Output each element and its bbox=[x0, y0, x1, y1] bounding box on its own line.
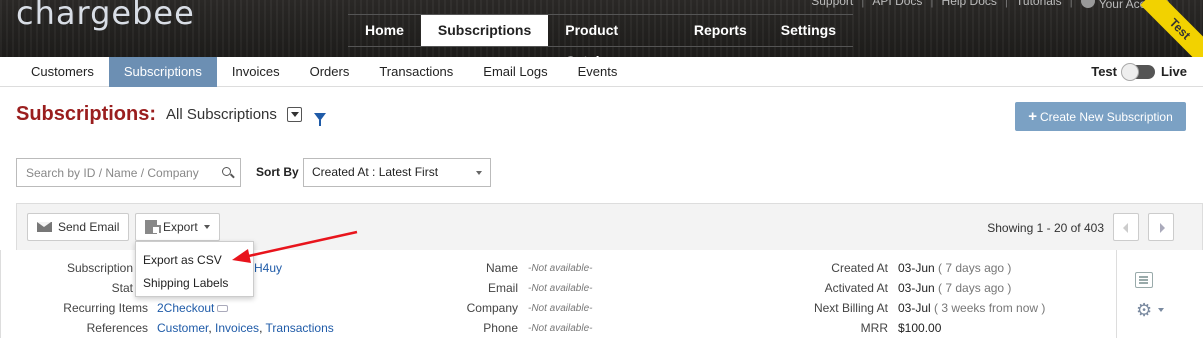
transactions-link[interactable]: Transactions bbox=[266, 321, 334, 335]
view-selector-label[interactable]: All Subscriptions bbox=[166, 106, 277, 123]
api-docs-link[interactable]: API Docs bbox=[872, 0, 922, 11]
activated-at-label: Activated At bbox=[824, 281, 888, 295]
tutorials-link[interactable]: Tutorials bbox=[1016, 0, 1062, 11]
email-label: Email bbox=[487, 281, 518, 295]
phone-label: Phone bbox=[483, 321, 518, 335]
help-docs-link[interactable]: Help Docs bbox=[942, 0, 997, 11]
mrr-value: $100.00 bbox=[898, 321, 942, 335]
page-title: Subscriptions: bbox=[16, 103, 157, 125]
company-label: Company bbox=[466, 301, 518, 315]
search-box bbox=[16, 158, 241, 187]
test-live-switch[interactable] bbox=[1120, 62, 1155, 81]
top-links: Support | API Docs | Help Docs | Tutorials |… bbox=[811, 0, 1169, 11]
next-billing-label: Next Billing At bbox=[813, 301, 888, 315]
top-header: chargebee Support | API Docs | Help Docs | … bbox=[0, 0, 1203, 57]
sort-select[interactable]: Created At : Latest First bbox=[303, 158, 491, 187]
chevron-down-icon[interactable] bbox=[1158, 308, 1164, 312]
created-at-value: 03-Jun ( 7 days ago ) bbox=[898, 261, 1012, 275]
tab-transactions[interactable]: Transactions bbox=[364, 57, 468, 87]
recurring-items-label: Recurring Items bbox=[63, 301, 148, 315]
view-dropdown-icon[interactable] bbox=[286, 107, 302, 122]
main-nav-settings[interactable]: Settings bbox=[764, 15, 853, 46]
invoices-link[interactable]: Invoices bbox=[215, 321, 259, 335]
email-value: -Not available- bbox=[528, 283, 593, 294]
mrr-label: MRR bbox=[860, 321, 888, 335]
name-value: -Not available- bbox=[528, 263, 593, 274]
next-page-button[interactable] bbox=[1148, 213, 1174, 241]
support-link[interactable]: Support bbox=[811, 0, 853, 11]
details-list-icon[interactable] bbox=[1135, 272, 1153, 288]
main-nav-reports[interactable]: Reports bbox=[677, 15, 764, 46]
main-nav-home[interactable]: Home bbox=[348, 15, 421, 46]
mail-icon bbox=[37, 222, 52, 232]
shipping-labels-item[interactable]: Shipping Labels bbox=[136, 272, 253, 295]
search-icon[interactable] bbox=[222, 167, 231, 176]
prev-page-button[interactable] bbox=[1113, 213, 1139, 241]
activated-at-value: 03-Jun ( 7 days ago ) bbox=[898, 281, 1012, 295]
page-heading: Subscriptions: All Subscriptions bbox=[16, 103, 326, 126]
avatar-icon bbox=[1080, 0, 1095, 8]
created-at-label: Created At bbox=[831, 261, 888, 275]
test-mode-ribbon: Test bbox=[1140, 0, 1203, 57]
chargebee-logo[interactable]: chargebee bbox=[16, 0, 195, 32]
company-value: -Not available- bbox=[528, 303, 593, 314]
mode-toggle: Test Live bbox=[1091, 62, 1187, 81]
name-label: Name bbox=[485, 261, 518, 275]
tab-customers[interactable]: Customers bbox=[16, 57, 109, 87]
tab-orders[interactable]: Orders bbox=[295, 57, 365, 87]
main-nav-subscriptions[interactable]: Subscriptions bbox=[420, 15, 549, 46]
search-input[interactable] bbox=[17, 159, 212, 186]
live-label: Live bbox=[1160, 64, 1187, 79]
next-billing-value: 03-Jul ( 3 weeks from now ) bbox=[898, 301, 1046, 315]
recurring-items-link[interactable]: 2Checkout bbox=[157, 301, 229, 315]
send-email-button[interactable]: Send Email bbox=[27, 213, 130, 241]
gear-icon[interactable]: ⚙ bbox=[1136, 300, 1152, 321]
tab-invoices[interactable]: Invoices bbox=[217, 57, 295, 87]
subscription-id-label: Subscription bbox=[66, 261, 133, 275]
references-links: Customer, Invoices, Transactions bbox=[157, 321, 334, 335]
subscription-id-link[interactable]: H4uy bbox=[254, 261, 282, 275]
customer-link[interactable]: Customer bbox=[157, 321, 208, 335]
export-icon bbox=[145, 220, 161, 234]
main-nav: Home Subscriptions Product Catalog Repor… bbox=[348, 14, 853, 57]
export-menu: Export as CSV Shipping Labels bbox=[135, 241, 254, 297]
actions-divider bbox=[1116, 250, 1117, 338]
chevron-down-icon bbox=[203, 225, 210, 229]
sort-label: Sort By bbox=[256, 165, 299, 179]
pagination-status: Showing 1 - 20 of 403 bbox=[987, 221, 1104, 235]
more-icon[interactable] bbox=[217, 305, 229, 313]
references-label: References bbox=[86, 321, 148, 335]
tab-events[interactable]: Events bbox=[563, 57, 633, 87]
filter-icon[interactable] bbox=[313, 112, 326, 126]
phone-value: -Not available- bbox=[528, 323, 593, 334]
tab-subscriptions[interactable]: Subscriptions bbox=[108, 57, 217, 87]
tab-email-logs[interactable]: Email Logs bbox=[468, 57, 562, 87]
status-label: Stat bbox=[111, 281, 133, 295]
export-button[interactable]: Export bbox=[135, 213, 220, 241]
export-csv-item[interactable]: Export as CSV bbox=[136, 249, 253, 272]
create-subscription-button[interactable]: + Create New Subscription bbox=[1015, 102, 1186, 131]
sub-nav: Customers Subscriptions Invoices Orders … bbox=[0, 57, 1203, 87]
main-nav-product-catalog[interactable]: Product Catalog bbox=[548, 15, 677, 57]
test-label: Test bbox=[1091, 64, 1117, 79]
